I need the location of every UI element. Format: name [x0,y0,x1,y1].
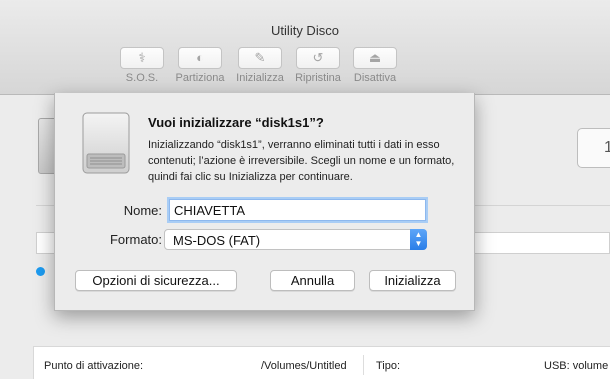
erase-icon[interactable]: ✎ [238,47,282,69]
toolbar-label-partition: Partiziona [175,72,225,84]
external-disk-icon [82,112,130,174]
partition-pie-icon[interactable]: ◐ [178,47,222,69]
format-label: Formato: [109,232,162,247]
toolbar-first-aid[interactable]: ⚕ S.O.S. [117,47,167,89]
format-select-value: MS-DOS (FAT) [173,233,261,248]
unmount-icon[interactable]: ⏏ [353,47,397,69]
toolbar-unmount[interactable]: ⏏ Disattiva [350,47,400,89]
toolbar-erase[interactable]: ✎ Inizializza [233,47,287,89]
toolbar-restore[interactable]: ↺ Ripristina [292,47,344,89]
toolbar-label-first-aid: S.O.S. [125,72,159,84]
stethoscope-icon[interactable]: ⚕ [120,47,164,69]
restore-icon[interactable]: ↺ [296,47,340,69]
toolbar-label-erase: Inizializza [236,72,284,84]
info-panel: Punto di attivazione: /Volumes/Untitled … [33,346,610,379]
mount-point-label: Punto di attivazione: [44,360,144,372]
volume-color-dot [36,267,45,276]
window-titlebar: Utility Disco ⚕ S.O.S. ◐ Partiziona ✎ In… [0,0,610,95]
type-value: USB: volume [544,360,609,372]
chevron-updown-icon[interactable]: ▲ ▼ [410,229,427,250]
security-options-button[interactable]: Opzioni di sicurezza... [75,270,237,291]
erase-button[interactable]: Inizializza [369,270,456,291]
dialog-message: Inizializzando “disk1s1”, verranno elimi… [148,139,455,183]
toolbar-partition[interactable]: ◐ Partiziona [172,47,228,89]
window-title: Utility Disco [271,23,339,38]
name-input[interactable]: CHIAVETTA [169,199,426,221]
type-label: Tipo: [376,360,401,372]
toolbar-label-restore: Ripristina [295,72,341,84]
cancel-button[interactable]: Annulla [270,270,355,291]
format-select[interactable]: MS-DOS (FAT) ▲ ▼ [164,229,427,250]
background-capacity-box: 1 [577,128,610,168]
name-label: Nome: [123,203,162,218]
dialog-title: Vuoi inizializzare “disk1s1”? [148,115,324,130]
mount-point-value: /Volumes/Untitled [261,360,347,372]
erase-dialog: Vuoi inizializzare “disk1s1”? Inizializz… [54,93,475,311]
toolbar-label-unmount: Disattiva [353,72,397,84]
info-divider [363,355,364,375]
